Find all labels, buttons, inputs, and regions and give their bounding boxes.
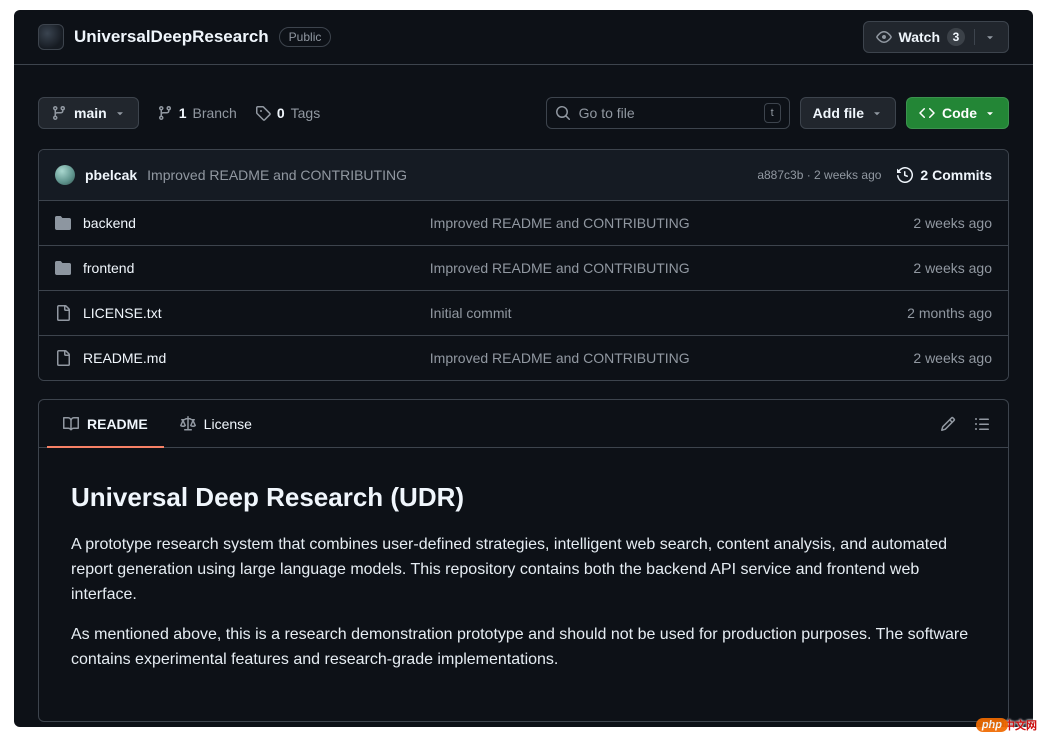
watermark: php 中文网 [976, 717, 1037, 733]
file-commit-message[interactable]: Improved README and CONTRIBUTING [430, 215, 842, 231]
file-name-cell[interactable]: README.md [55, 350, 430, 366]
latest-commit-meta: a887c3b · 2 weeks ago 2 Commits [757, 167, 992, 183]
branch-selector-button[interactable]: main [38, 97, 139, 129]
book-icon [63, 416, 79, 432]
file-name-cell[interactable]: LICENSE.txt [55, 305, 430, 321]
branch-bar: main 1 Branch 0 Tags t [38, 97, 1009, 129]
branch-bar-right: t Add file Code [546, 97, 1009, 129]
file-name-cell[interactable]: backend [55, 215, 430, 231]
visibility-badge: Public [279, 27, 332, 47]
tags-link[interactable]: 0 Tags [255, 105, 320, 121]
tag-count: 0 [277, 105, 285, 121]
tab-readme-label: README [87, 416, 148, 432]
watermark-logo: php [976, 718, 1008, 732]
git-branch-icon [157, 105, 173, 121]
readme-tab-bar: README License [39, 400, 1008, 448]
table-row[interactable]: LICENSE.txt Initial commit 2 months ago [39, 290, 1008, 335]
readme-panel: README License Universal Deep Research (… [38, 399, 1009, 722]
file-name[interactable]: README.md [83, 350, 166, 366]
git-branch-icon [51, 105, 67, 121]
readme-tools [940, 416, 1000, 432]
search-icon [555, 105, 571, 121]
chevron-down-icon [984, 107, 996, 119]
file-commit-time: 2 months ago [842, 305, 992, 321]
folder-icon [55, 215, 71, 231]
file-name[interactable]: LICENSE.txt [83, 305, 162, 321]
files-table: pbelcak Improved README and CONTRIBUTING… [38, 149, 1009, 381]
keyboard-shortcut-hint: t [764, 103, 781, 123]
code-button[interactable]: Code [906, 97, 1009, 129]
tab-readme[interactable]: README [47, 400, 164, 448]
chevron-down-icon [984, 31, 996, 43]
branch-bar-left: main 1 Branch 0 Tags [38, 97, 320, 129]
readme-heading: Universal Deep Research (UDR) [71, 482, 976, 513]
latest-commit-info: pbelcak Improved README and CONTRIBUTING [55, 165, 407, 185]
latest-commit-row: pbelcak Improved README and CONTRIBUTING… [39, 150, 1008, 200]
chevron-down-icon [114, 107, 126, 119]
file-commit-time: 2 weeks ago [842, 215, 992, 231]
readme-paragraph: A prototype research system that combine… [71, 533, 976, 607]
commit-author[interactable]: pbelcak [85, 167, 137, 183]
current-branch-label: main [74, 105, 107, 121]
code-label: Code [942, 105, 977, 121]
code-icon [919, 105, 935, 121]
branches-link[interactable]: 1 Branch [157, 105, 237, 121]
file-commit-message[interactable]: Improved README and CONTRIBUTING [430, 260, 842, 276]
branch-count: 1 [179, 105, 187, 121]
file-commit-time: 2 weeks ago [842, 260, 992, 276]
readme-paragraph: As mentioned above, this is a research d… [71, 623, 976, 673]
tag-word: Tags [291, 105, 321, 121]
folder-icon [55, 260, 71, 276]
file-icon [55, 350, 71, 366]
github-repo-page: UniversalDeepResearch Public Watch 3 mai… [14, 10, 1033, 727]
commit-hash-time[interactable]: a887c3b · 2 weeks ago [757, 168, 881, 182]
table-row[interactable]: frontend Improved README and CONTRIBUTIN… [39, 245, 1008, 290]
list-unordered-icon [974, 416, 990, 432]
eye-icon [876, 29, 892, 45]
repo-header: UniversalDeepResearch Public Watch 3 [14, 10, 1033, 64]
add-file-label: Add file [813, 105, 864, 121]
go-to-file-input[interactable] [579, 105, 756, 121]
watermark-text: 中文网 [1004, 717, 1037, 733]
watch-button[interactable]: Watch 3 [863, 21, 1009, 53]
file-name-cell[interactable]: frontend [55, 260, 430, 276]
tab-license-label: License [204, 416, 252, 432]
history-icon [897, 167, 913, 183]
commit-history-link[interactable]: 2 Commits [897, 167, 992, 183]
chevron-down-icon [871, 107, 883, 119]
pencil-icon [940, 416, 956, 432]
repo-name[interactable]: UniversalDeepResearch [74, 27, 269, 47]
commit-author-avatar[interactable] [55, 165, 75, 185]
law-scales-icon [180, 416, 196, 432]
file-name[interactable]: backend [83, 215, 136, 231]
file-commit-message[interactable]: Initial commit [430, 305, 842, 321]
button-separator [974, 29, 975, 45]
repo-title-group: UniversalDeepResearch Public [38, 24, 331, 50]
go-to-file-box: t [546, 97, 790, 129]
repo-avatar[interactable] [38, 24, 64, 50]
outline-button[interactable] [974, 416, 990, 432]
commit-message[interactable]: Improved README and CONTRIBUTING [147, 167, 407, 183]
edit-readme-button[interactable] [940, 416, 956, 432]
tag-icon [255, 105, 271, 121]
file-icon [55, 305, 71, 321]
table-row[interactable]: README.md Improved README and CONTRIBUTI… [39, 335, 1008, 380]
watch-label: Watch [899, 29, 940, 45]
add-file-button[interactable]: Add file [800, 97, 896, 129]
commit-count-label: 2 Commits [920, 167, 992, 183]
tab-license[interactable]: License [164, 400, 268, 448]
file-commit-time: 2 weeks ago [842, 350, 992, 366]
branch-word: Branch [192, 105, 236, 121]
file-commit-message[interactable]: Improved README and CONTRIBUTING [430, 350, 842, 366]
repo-content: main 1 Branch 0 Tags t [14, 65, 1033, 722]
file-name[interactable]: frontend [83, 260, 134, 276]
table-row[interactable]: backend Improved README and CONTRIBUTING… [39, 200, 1008, 245]
watch-count: 3 [947, 28, 965, 46]
readme-content: Universal Deep Research (UDR) A prototyp… [39, 448, 1008, 721]
